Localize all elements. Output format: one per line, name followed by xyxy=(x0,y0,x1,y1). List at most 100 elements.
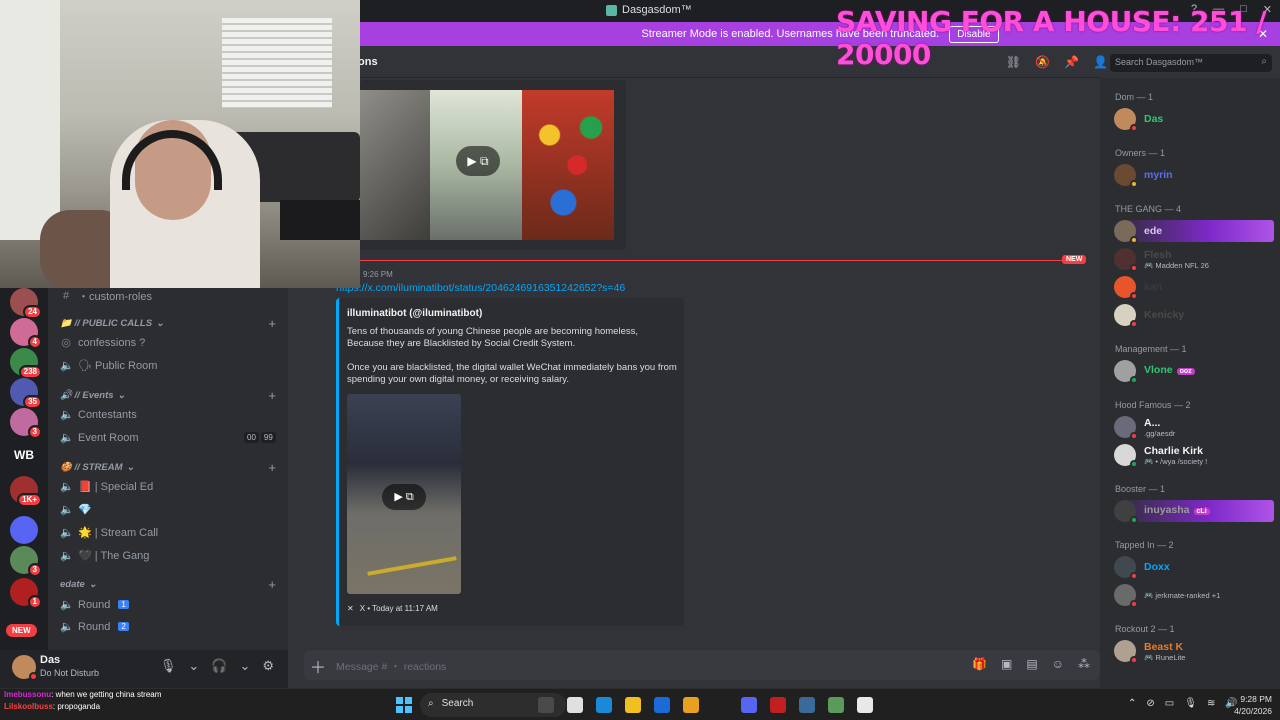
add-channel-icon[interactable]: + xyxy=(268,577,276,592)
channel-category[interactable]: 🍪 // STREAM ⌄ xyxy=(60,462,134,473)
attachment-image-1[interactable] xyxy=(360,90,430,240)
channel-item[interactable]: 🔈 📕 | Special Ed xyxy=(60,480,153,493)
channel-item[interactable]: 🔈 Round 2 xyxy=(60,620,129,633)
sticker-icon[interactable]: ▤ xyxy=(1026,657,1037,671)
speaker-icon: 🔈 xyxy=(60,360,74,372)
category-label: edate xyxy=(60,579,85,590)
member-item[interactable]: Charlie Kirk 🎮 • /wya /society ! xyxy=(1114,444,1274,468)
play-icon[interactable]: ▶ ⧉ xyxy=(382,484,426,510)
server-icon[interactable] xyxy=(10,516,38,544)
chat-log-line: Imebussonu: when we getting china stream xyxy=(4,689,396,701)
server-icon[interactable]: 1K+ xyxy=(10,476,42,507)
play-icon[interactable]: ▶ ⧉ xyxy=(456,146,500,176)
chevron-down-icon[interactable]: ⌄ xyxy=(239,658,250,674)
server-wb[interactable]: WB xyxy=(10,448,38,466)
taskbar-app-icon[interactable] xyxy=(567,697,583,713)
taskbar-app-icon[interactable] xyxy=(683,697,699,713)
chevron-down-icon[interactable]: ⌄ xyxy=(188,658,199,674)
taskbar-app-icon[interactable] xyxy=(712,697,728,713)
member-name: inuyasha cLi xyxy=(1144,504,1210,518)
server-icon[interactable]: 1 xyxy=(10,578,42,609)
chevron-up-icon[interactable]: ⌃ xyxy=(1128,698,1136,709)
new-unreads-pill[interactable]: NEW xyxy=(6,624,37,637)
channel-category[interactable]: 🔊 // Events ⌄ xyxy=(60,390,126,401)
gif-icon[interactable]: ▣ xyxy=(1001,657,1012,671)
server-icon[interactable]: 24 xyxy=(10,288,42,319)
taskbar-app-icon[interactable] xyxy=(770,697,786,713)
server-icon[interactable]: 3 xyxy=(10,408,42,439)
network-icon[interactable]: ⊘ xyxy=(1146,698,1154,709)
channel-item[interactable]: 🔈 💎 xyxy=(60,503,92,516)
microphone-icon[interactable]: 🎙 xyxy=(160,658,177,674)
member-item[interactable]: Beast K 🎮 RuneLite xyxy=(1114,640,1274,664)
embed-video[interactable]: ▶ ⧉ xyxy=(347,394,461,594)
taskbar-app-icon[interactable] xyxy=(654,697,670,713)
add-channel-icon[interactable]: + xyxy=(268,388,276,403)
headphones-icon[interactable]: 🎧 xyxy=(211,658,227,674)
member-list: Dom — 1 Das Owners — 1 myrin THE GANG — 4 ede… xyxy=(1100,78,1280,688)
member-item[interactable]: Vlone ooz xyxy=(1114,360,1274,384)
channel-item[interactable]: 🔈 Contestants xyxy=(60,408,137,422)
status-icon xyxy=(1130,572,1138,580)
message-link[interactable]: https://x.com/iluminatibot/status/204624… xyxy=(336,282,625,294)
member-item[interactable]: Flesh 🎮 Madden NFL 26 xyxy=(1114,248,1274,272)
channel-item[interactable]: ◎ confessions ? xyxy=(60,336,145,350)
member-item[interactable]: myrin xyxy=(1114,164,1274,188)
member-item[interactable]: A... .gg/aesdr xyxy=(1114,416,1274,440)
taskbar-app-icon[interactable] xyxy=(828,697,844,713)
channel-item[interactable]: # ・custom-roles xyxy=(60,288,152,304)
channel-item[interactable]: 🔈 🗣 Public Room xyxy=(60,359,157,372)
member-info: 🎮 jerkmate-ranked +1 xyxy=(1144,591,1220,600)
mic-icon[interactable]: 🎙 xyxy=(1184,698,1197,709)
x-logo-icon: ✕ xyxy=(347,604,354,613)
message-input[interactable]: Message # ・ reactions xyxy=(336,659,446,674)
taskbar-app-icon[interactable] xyxy=(857,697,873,713)
battery-icon[interactable]: ▭ xyxy=(1165,698,1174,709)
attach-plus-icon[interactable]: ＋ xyxy=(310,654,326,678)
server-icon[interactable]: 238 xyxy=(10,348,42,379)
taskbar-app-icon[interactable] xyxy=(741,697,757,713)
member-item[interactable]: ede xyxy=(1114,220,1274,244)
member-item[interactable]: 🎮 jerkmate-ranked +1 xyxy=(1114,584,1274,608)
taskbar-app-icon[interactable] xyxy=(799,697,815,713)
add-channel-icon[interactable]: + xyxy=(268,460,276,475)
emoji-icon[interactable]: ☺ xyxy=(1052,657,1064,671)
channel-item[interactable]: 🔈 🌟 | Stream Call xyxy=(60,526,158,539)
member-item[interactable]: Doxx xyxy=(1114,556,1274,580)
member-item[interactable]: inuyasha cLi xyxy=(1114,500,1274,524)
mention-badge: 35 xyxy=(23,395,42,409)
composer-tools: 🎁 ▣ ▤ ☺ ⁂ xyxy=(972,657,1090,671)
gear-icon[interactable]: ⚙ xyxy=(262,658,274,674)
image-attachments: ▶ ⧉ xyxy=(360,80,626,250)
avatar xyxy=(1114,640,1138,664)
server-icon[interactable]: 35 xyxy=(10,378,42,409)
server-icon[interactable]: 3 xyxy=(10,546,42,577)
channel-item[interactable]: 🔈 🖤 | The Gang xyxy=(60,549,149,562)
channel-category[interactable]: 📁 // PUBLIC CALLS ⌄ xyxy=(60,318,164,329)
dnd-status-icon xyxy=(29,672,38,681)
member-item[interactable]: kan xyxy=(1114,276,1274,300)
taskbar-app-icon[interactable] xyxy=(596,697,612,713)
chevron-down-icon: ⌄ xyxy=(156,318,165,329)
channel-number: 1 xyxy=(118,600,129,609)
taskbar-app-icon[interactable] xyxy=(625,697,641,713)
add-channel-icon[interactable]: + xyxy=(268,316,276,331)
member-item[interactable]: Kenicky xyxy=(1114,304,1274,328)
member-group-header: Booster — 1 xyxy=(1115,484,1166,494)
channel-category[interactable]: edate ⌄ xyxy=(60,579,97,590)
apps-icon[interactable]: ⁂ xyxy=(1078,657,1090,671)
wifi-icon[interactable]: ≋ xyxy=(1207,698,1215,709)
taskbar-clock[interactable]: 9:28 PM 4/20/2026 xyxy=(1228,693,1272,717)
taskbar-app-icon[interactable] xyxy=(538,697,554,713)
embed-author[interactable]: illuminatibot (@iluminatibot) xyxy=(347,308,482,319)
avatar xyxy=(1114,108,1138,132)
attachment-image-3[interactable] xyxy=(522,90,614,240)
channel-item[interactable]: 🔈 Round 1 xyxy=(60,598,129,611)
mention-badge: 1K+ xyxy=(17,493,42,507)
clock-date: 4/20/2026 xyxy=(1234,706,1272,716)
member-info: myrin xyxy=(1144,169,1173,181)
gift-icon[interactable]: 🎁 xyxy=(972,657,987,671)
channel-item[interactable]: 🔈 Event Room xyxy=(60,431,139,445)
member-item[interactable]: Das xyxy=(1114,108,1274,132)
server-icon[interactable]: 4 xyxy=(10,318,42,349)
